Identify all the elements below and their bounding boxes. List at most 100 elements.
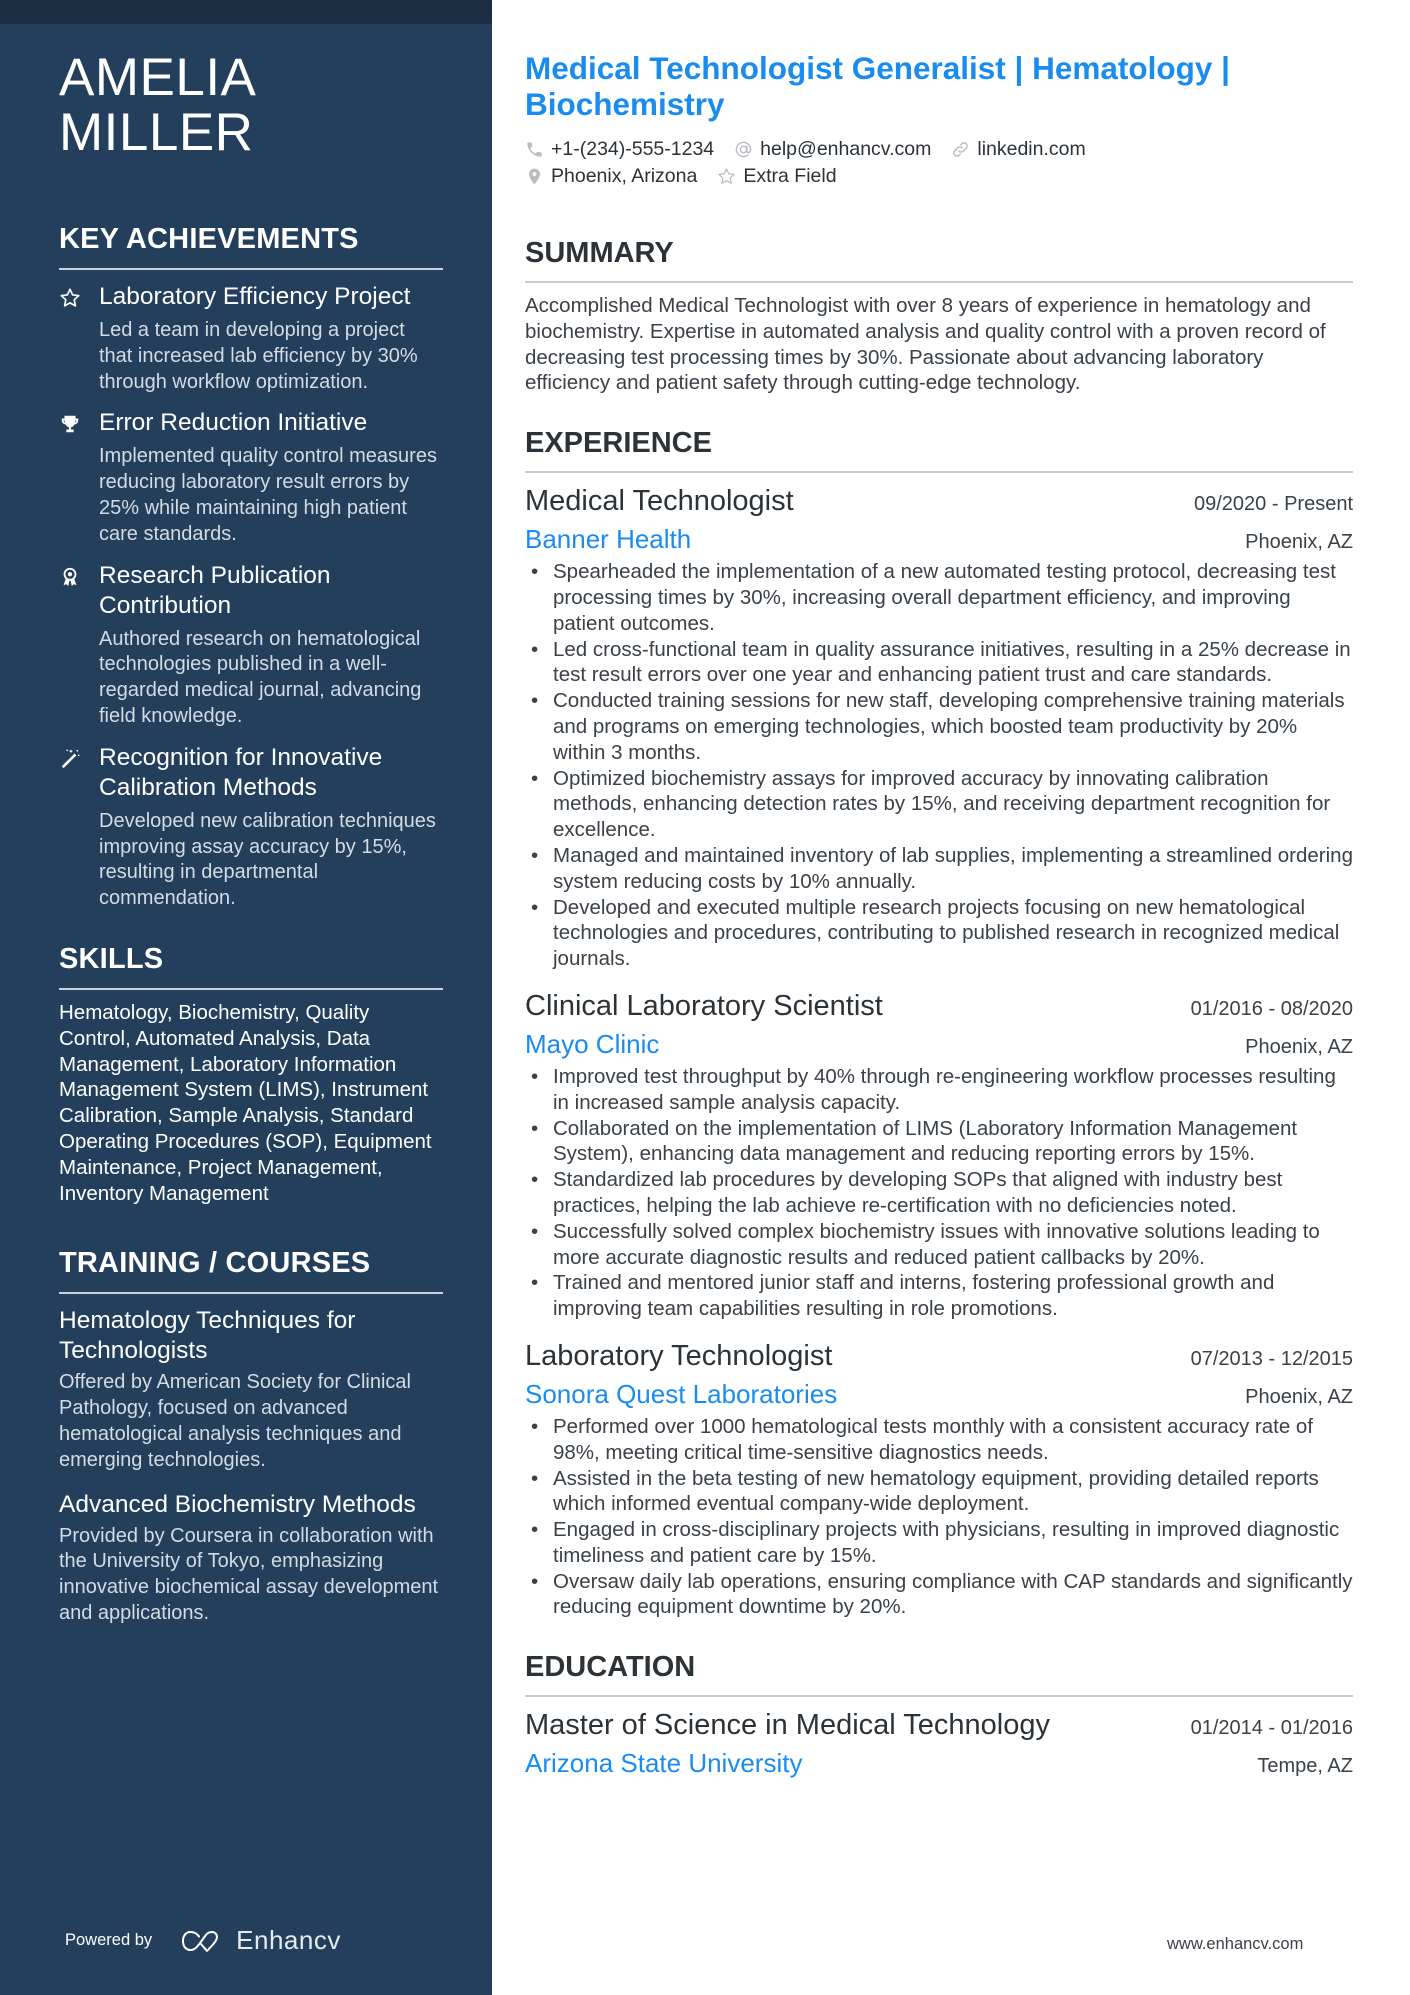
contact-extra: Extra Field (717, 165, 837, 188)
resume-header: Medical Technologist Generalist | Hemato… (525, 50, 1353, 190)
bullet-item: Trained and mentored junior staff and in… (525, 1270, 1353, 1322)
experience-section: EXPERIENCE Medical Technologist 09/2020 -… (525, 426, 1353, 1620)
contact-email[interactable]: help@enhancv.com (734, 138, 931, 161)
job-dates: 09/2020 - Present (1194, 493, 1353, 516)
bullet-item: Successfully solved complex biochemistry… (525, 1219, 1353, 1271)
bullet-item: Engaged in cross-disciplinary projects w… (525, 1517, 1353, 1569)
section-title-training: TRAINING / COURSES (59, 1246, 443, 1295)
school: Arizona State University (525, 1748, 803, 1779)
section-title-key-achievements: KEY ACHIEVEMENTS (59, 222, 443, 270)
achievement-item: Research Publication Contribution Author… (59, 561, 443, 730)
company-name: Sonora Quest Laboratories (525, 1378, 838, 1409)
powered-by-label: Powered by (65, 1931, 153, 1949)
job-entry: Laboratory Technologist 07/2013 - 12/2015… (525, 1338, 1353, 1620)
achievement-title: Error Reduction Initiative (99, 409, 368, 437)
achievement-item: Recognition for Innovative Calibration M… (59, 743, 443, 912)
job-dates: 01/2016 - 08/2020 (1190, 997, 1353, 1020)
course-description: Offered by American Society for Clinical… (59, 1371, 412, 1471)
achievement-title: Research Publication Contribution (99, 561, 331, 619)
contact-link[interactable]: linkedin.com (951, 138, 1086, 161)
star-outline-icon (718, 168, 736, 184)
location-pin-icon (528, 168, 541, 185)
at-sign-icon (735, 141, 752, 158)
job-entry: Medical Technologist 09/2020 - Present Ban… (525, 483, 1353, 972)
course-title: Hematology Techniques for Technologists (59, 1307, 356, 1365)
company-name: Mayo Clinic (525, 1028, 660, 1059)
bullet-item: Improved test throughput by 40% through … (525, 1064, 1353, 1116)
bullet-item: Conducted training sessions for new staf… (525, 688, 1353, 765)
name-first: AMELIA (59, 48, 257, 107)
job-bullets: Performed over 1000 hematological tests … (525, 1414, 1353, 1620)
education-section: EDUCATION Master of Science in Medical T… (525, 1650, 1353, 1779)
skills-list: Hematology, Biochemistry, Quality Contro… (59, 1000, 432, 1205)
phone-value: +1-(234)-555-1234 (551, 138, 715, 160)
email-value: help@enhancv.com (760, 138, 932, 160)
course-item: Hematology Techniques for Technologists … (59, 1306, 443, 1473)
bullet-item: Spearheaded the implementation of a new … (525, 559, 1353, 636)
trophy-icon (59, 408, 99, 547)
location-value: Phoenix, Arizona (551, 165, 698, 187)
course-description: Provided by Coursera in collaboration wi… (59, 1524, 439, 1624)
achievement-description: Led a team in developing a project that … (99, 319, 418, 393)
contact-phone[interactable]: +1-(234)-555-1234 (525, 138, 714, 161)
bullet-item: Standardized lab procedures by developin… (525, 1167, 1353, 1219)
contact-info: +1-(234)-555-1234 help@enhancv.com linke… (525, 136, 1353, 190)
job-dates: 07/2013 - 12/2015 (1190, 1347, 1353, 1370)
company-name: Banner Health (525, 524, 692, 555)
bullet-item: Oversaw daily lab operations, ensuring c… (525, 1569, 1353, 1621)
achievement-description: Implemented quality control measures red… (99, 445, 437, 545)
key-achievements-section: KEY ACHIEVEMENTS Laboratory Efficiency P… (59, 222, 443, 912)
bullet-item: Performed over 1000 hematological tests … (525, 1414, 1353, 1466)
section-title-skills: SKILLS (59, 942, 443, 990)
degree: Master of Science in Medical Technology (525, 1709, 1050, 1742)
job-location: Phoenix, AZ (1245, 531, 1353, 554)
star-icon (59, 282, 99, 395)
job-title: Medical Technologist (525, 485, 794, 518)
bullet-item: Optimized biochemistry assays for improv… (525, 766, 1353, 843)
education-dates: 01/2014 - 01/2016 (1190, 1717, 1353, 1740)
contact-location: Phoenix, Arizona (525, 165, 697, 188)
phone-icon (527, 142, 542, 157)
link-icon (953, 142, 969, 157)
section-title-summary: SUMMARY (525, 236, 1353, 283)
award-ribbon-icon (59, 561, 99, 730)
section-title-experience: EXPERIENCE (525, 426, 1353, 474)
bullet-item: Assisted in the beta testing of new hema… (525, 1466, 1353, 1518)
skills-section: SKILLS Hematology, Biochemistry, Quality… (59, 942, 443, 1206)
course-title: Advanced Biochemistry Methods (59, 1490, 416, 1518)
main-content: Medical Technologist Generalist | Hemato… (525, 50, 1353, 1779)
job-title: Clinical Laboratory Scientist (525, 989, 883, 1022)
enhancv-brand: Enhancv (236, 1925, 341, 1955)
job-location: Phoenix, AZ (1245, 1385, 1353, 1408)
bullet-item: Managed and maintained inventory of lab … (525, 843, 1353, 895)
website-link[interactable]: www.enhancv.com (1167, 1935, 1303, 1954)
achievement-description: Developed new calibration techniques imp… (99, 809, 436, 910)
extra-value: Extra Field (743, 165, 837, 187)
summary-section: SUMMARY Accomplished Medical Technologis… (525, 236, 1353, 396)
job-location: Phoenix, AZ (1245, 1035, 1353, 1058)
achievement-title: Recognition for Innovative Calibration M… (99, 743, 383, 801)
achievement-title: Laboratory Efficiency Project (99, 283, 411, 310)
education-location: Tempe, AZ (1257, 1755, 1353, 1778)
job-bullets: Improved test throughput by 40% through … (525, 1064, 1353, 1322)
bullet-item: Led cross-functional team in quality ass… (525, 637, 1353, 689)
section-title-education: EDUCATION (525, 1650, 1353, 1698)
sidebar: AMELIA MILLER KEY ACHIEVEMENTS Laborator… (0, 0, 492, 1995)
job-title: Laboratory Technologist (525, 1339, 833, 1372)
job-entry: Clinical Laboratory Scientist 01/2016 - 0… (525, 988, 1353, 1322)
bullet-item: Developed and executed multiple research… (525, 895, 1353, 972)
powered-by-footer[interactable]: Powered by Enhancv (65, 1925, 341, 1956)
magic-wand-icon (59, 743, 99, 912)
enhancv-logo-icon (182, 1930, 219, 1952)
training-section: TRAINING / COURSES Hematology Techniques… (59, 1246, 443, 1626)
sidebar-top-band (0, 0, 492, 24)
name-last: MILLER (59, 103, 254, 162)
candidate-name: AMELIA MILLER (59, 50, 443, 160)
link-value: linkedin.com (977, 138, 1086, 160)
achievement-description: Authored research on hematological techn… (99, 627, 422, 727)
achievement-item: Laboratory Efficiency Project Led a team… (59, 282, 443, 395)
course-item: Advanced Biochemistry Methods Provided b… (59, 1490, 443, 1627)
headline: Medical Technologist Generalist | Hemato… (525, 50, 1230, 122)
summary-text: Accomplished Medical Technologist with o… (525, 294, 1326, 395)
education-item: Master of Science in Medical Technology … (525, 1707, 1353, 1779)
